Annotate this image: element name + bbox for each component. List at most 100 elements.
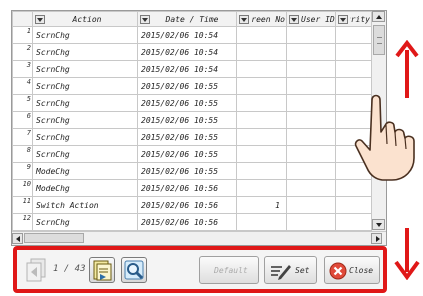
action-cell: ModeChg xyxy=(32,162,138,180)
screen-no-cell xyxy=(236,43,287,61)
screen-no-cell xyxy=(236,179,287,197)
action-cell: ScrnChg xyxy=(32,128,138,146)
table-row[interactable]: 4 ScrnChg 2015/02/06 10:55 xyxy=(12,77,373,95)
header-user-id[interactable]: User ID xyxy=(286,11,336,27)
scroll-right-button[interactable] xyxy=(371,233,382,244)
header-screen-no-label: Screen No xyxy=(251,14,285,24)
table-row[interactable]: 9 ModeChg 2015/02/06 10:55 xyxy=(12,162,373,180)
triangle-right-icon xyxy=(376,236,380,242)
row-number: 6 xyxy=(12,111,33,129)
header-datetime[interactable]: Date / Time xyxy=(137,11,237,27)
scroll-down-button[interactable] xyxy=(372,219,385,230)
header-row-number xyxy=(12,11,33,27)
default-button-label: Default xyxy=(214,266,248,275)
triangle-down-icon xyxy=(376,223,382,227)
page-prev-icon[interactable] xyxy=(25,258,47,282)
table-row[interactable]: 7 ScrnChg 2015/02/06 10:55 xyxy=(12,128,373,146)
datetime-cell: 2015/02/06 10:55 xyxy=(137,145,237,163)
user-id-cell xyxy=(286,145,336,163)
datetime-cell: 2015/02/06 10:55 xyxy=(137,162,237,180)
table-row[interactable]: 12 ScrnChg 2015/02/06 10:56 xyxy=(12,213,373,231)
filter-dropdown-icon[interactable] xyxy=(338,14,348,24)
default-button[interactable]: Default xyxy=(199,256,259,284)
action-cell: Switch Action xyxy=(32,196,138,214)
screen-no-cell xyxy=(236,77,287,95)
scroll-down-arrow-icon xyxy=(394,228,420,280)
table-row[interactable]: 1 ScrnChg 2015/02/06 10:54 xyxy=(12,26,373,44)
user-id-cell xyxy=(286,162,336,180)
set-button[interactable]: Set xyxy=(264,256,317,284)
datetime-cell: 2015/02/06 10:55 xyxy=(137,94,237,112)
security-cell xyxy=(335,196,373,214)
action-cell: ScrnChg xyxy=(32,77,138,95)
filter-dropdown-icon[interactable] xyxy=(289,14,299,24)
next-page-button[interactable] xyxy=(89,257,115,283)
screen-no-cell xyxy=(236,162,287,180)
action-cell: ScrnChg xyxy=(32,26,138,44)
table-row[interactable]: 8 ScrnChg 2015/02/06 10:55 xyxy=(12,145,373,163)
row-number: 4 xyxy=(12,77,33,95)
filter-dropdown-icon[interactable] xyxy=(35,14,45,24)
header-action[interactable]: Action xyxy=(32,11,138,27)
screen-no-cell xyxy=(236,60,287,78)
table-row[interactable]: 2 ScrnChg 2015/02/06 10:54 xyxy=(12,43,373,61)
action-cell: ScrnChg xyxy=(32,43,138,61)
action-cell: ScrnChg xyxy=(32,94,138,112)
filter-dropdown-icon[interactable] xyxy=(140,14,150,24)
header-security[interactable]: Security xyxy=(335,11,373,27)
row-number: 12 xyxy=(12,213,33,231)
scroll-left-button[interactable] xyxy=(12,233,23,244)
security-cell xyxy=(335,60,373,78)
screen-no-cell xyxy=(236,213,287,231)
datetime-cell: 2015/02/06 10:54 xyxy=(137,26,237,44)
user-id-cell xyxy=(286,43,336,61)
user-id-cell xyxy=(286,60,336,78)
triangle-left-icon xyxy=(16,236,20,242)
log-rows: 1 ScrnChg 2015/02/06 10:54 2 ScrnChg 2015/02/… xyxy=(12,26,373,231)
horizontal-scrollbar[interactable] xyxy=(12,231,386,245)
datetime-cell: 2015/02/06 10:55 xyxy=(137,128,237,146)
user-id-cell xyxy=(286,111,336,129)
search-button[interactable] xyxy=(121,257,147,283)
search-icon xyxy=(124,260,144,280)
horizontal-scroll-thumb[interactable] xyxy=(24,233,84,243)
user-id-cell xyxy=(286,128,336,146)
header-screen-no[interactable]: Screen No xyxy=(236,11,287,27)
table-row[interactable]: 6 ScrnChg 2015/02/06 10:55 xyxy=(12,111,373,129)
screen-no-cell xyxy=(236,111,287,129)
security-cell xyxy=(335,43,373,61)
triangle-up-icon xyxy=(376,15,382,19)
page-next-icon xyxy=(93,260,112,281)
row-number: 7 xyxy=(12,128,33,146)
scroll-up-button[interactable] xyxy=(372,11,385,22)
screen-no-cell: 1 xyxy=(236,196,287,214)
user-id-cell xyxy=(286,179,336,197)
datetime-cell: 2015/02/06 10:54 xyxy=(137,60,237,78)
datetime-cell: 2015/02/06 10:55 xyxy=(137,111,237,129)
set-button-label: Set xyxy=(295,266,310,275)
row-number: 1 xyxy=(12,26,33,44)
close-x-icon xyxy=(329,262,347,280)
table-row[interactable]: 10 ModeChg 2015/02/06 10:56 xyxy=(12,179,373,197)
hand-pointer-icon xyxy=(354,94,415,181)
user-id-cell xyxy=(286,26,336,44)
set-pencil-icon xyxy=(271,265,291,280)
header-datetime-label: Date / Time xyxy=(165,14,219,24)
close-button[interactable]: Close xyxy=(324,256,380,284)
row-number: 11 xyxy=(12,196,33,214)
action-cell: ScrnChg xyxy=(32,60,138,78)
page-indicator: 1 / 43 xyxy=(53,264,86,274)
filter-dropdown-icon[interactable] xyxy=(239,14,249,24)
user-id-cell xyxy=(286,196,336,214)
vertical-scroll-thumb[interactable] xyxy=(373,25,385,55)
user-id-cell xyxy=(286,94,336,112)
operation-log-table: Action Date / Time Screen No User ID Sec… xyxy=(11,10,387,246)
row-number: 8 xyxy=(12,145,33,163)
table-row[interactable]: 5 ScrnChg 2015/02/06 10:55 xyxy=(12,94,373,112)
screen-no-cell xyxy=(236,128,287,146)
row-number: 3 xyxy=(12,60,33,78)
row-number: 10 xyxy=(12,179,33,197)
security-cell xyxy=(335,179,373,197)
table-row[interactable]: 11 Switch Action 2015/02/06 10:56 1 xyxy=(12,196,373,214)
table-row[interactable]: 3 ScrnChg 2015/02/06 10:54 xyxy=(12,60,373,78)
